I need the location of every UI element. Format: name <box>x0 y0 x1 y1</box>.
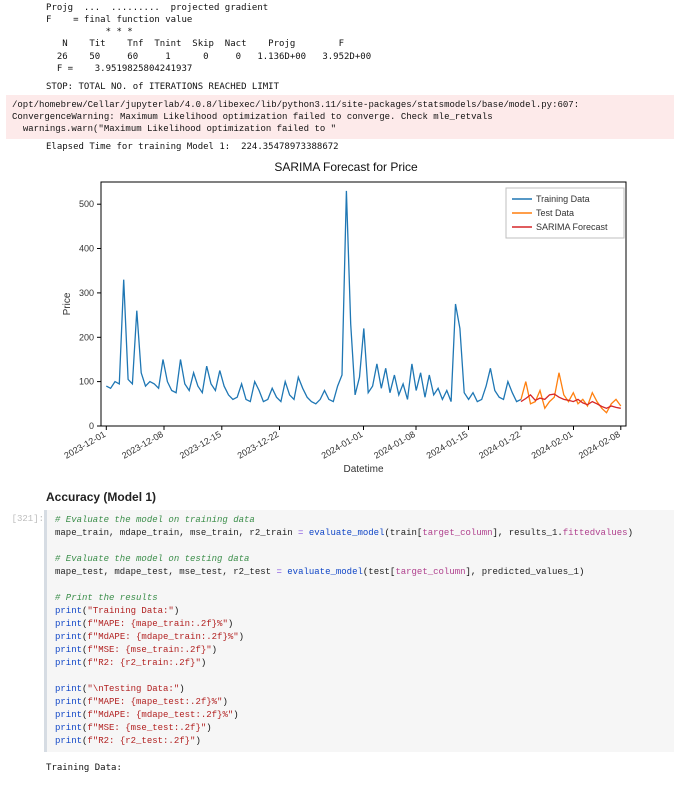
svg-text:SARIMA Forecast: SARIMA Forecast <box>536 222 608 232</box>
solver-values: 26 50 60 1 0 0 1.136D+00 3.952D+00 <box>46 51 674 63</box>
svg-text:2023-12-01: 2023-12-01 <box>62 429 107 461</box>
chart-canvas: 0 100 200 300 400 500 Price 2023-12-01 2023-12-0… <box>56 176 636 476</box>
svg-text:Test Data: Test Data <box>536 208 574 218</box>
svg-text:300: 300 <box>79 287 94 297</box>
svg-text:500: 500 <box>79 199 94 209</box>
svg-text:2024-01-08: 2024-01-08 <box>372 429 417 461</box>
svg-text:2023-12-08: 2023-12-08 <box>120 429 165 461</box>
svg-text:Training Data: Training Data <box>536 194 590 204</box>
svg-text:2024-02-08: 2024-02-08 <box>577 429 622 461</box>
svg-text:0: 0 <box>89 421 94 431</box>
solver-header: N Tit Tnf Tnint Skip Nact Projg F <box>46 38 674 50</box>
svg-text:Price: Price <box>62 292 73 315</box>
svg-text:Datetime: Datetime <box>343 464 383 475</box>
solver-line: Projg ... ......... projected gradient <box>46 2 674 14</box>
elapsed-line: Elapsed Time for training Model 1: 224.3… <box>46 141 674 153</box>
section-accuracy: Accuracy (Model 1) <box>46 490 674 504</box>
svg-text:2024-01-01: 2024-01-01 <box>320 429 365 461</box>
cell-output-line: Training Data: <box>46 762 674 774</box>
sarima-chart: SARIMA Forecast for Price 0 100 200 300 400 5… <box>56 160 636 476</box>
solver-output: Projg ... ......... projected gradient F… <box>46 2 674 93</box>
chart-title: SARIMA Forecast for Price <box>56 160 636 174</box>
solver-fval: F = 3.9519825804241937 <box>46 63 674 75</box>
svg-text:100: 100 <box>79 376 94 386</box>
svg-text:2024-02-01: 2024-02-01 <box>530 429 575 461</box>
solver-line: F = final function value <box>46 14 674 26</box>
svg-text:200: 200 <box>79 332 94 342</box>
code-cell: [321]: # Evaluate the model on training … <box>6 510 674 753</box>
solver-stop: STOP: TOTAL NO. of ITERATIONS REACHED LI… <box>46 81 674 93</box>
convergence-warning: /opt/homebrew/Cellar/jupyterlab/4.0.8/li… <box>6 95 674 139</box>
svg-text:2024-01-22: 2024-01-22 <box>477 429 522 461</box>
cell-prompt: [321]: <box>6 510 44 524</box>
svg-text:2024-01-15: 2024-01-15 <box>425 429 470 461</box>
svg-text:400: 400 <box>79 243 94 253</box>
svg-text:2023-12-22: 2023-12-22 <box>236 429 281 461</box>
code-body[interactable]: # Evaluate the model on training data ma… <box>44 510 674 753</box>
svg-text:2023-12-15: 2023-12-15 <box>178 429 223 461</box>
